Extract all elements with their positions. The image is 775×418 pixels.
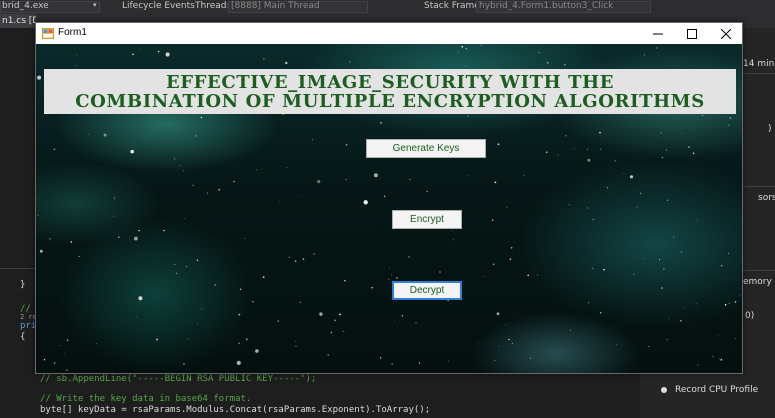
title-bar[interactable]: Form1 — [36, 23, 742, 44]
code-line: pri — [20, 321, 37, 331]
minimize-icon — [653, 33, 663, 34]
panel-divider — [740, 270, 775, 271]
code-line: } — [20, 280, 26, 290]
record-icon — [661, 387, 667, 393]
app-icon — [42, 28, 54, 39]
panel-text: sors) — [758, 193, 775, 203]
heading-line-2: combination of multiple Encryption Algor… — [75, 90, 705, 112]
stack-frame-value: hybrid_4.Form1.button3_Click — [479, 1, 614, 11]
panel-text: ) — [768, 124, 772, 134]
session-duration: 14 minu — [743, 59, 775, 69]
stack-frame-label: Stack Frame: — [424, 1, 483, 11]
encrypt-button[interactable]: Encrypt — [392, 210, 462, 229]
thread-label: Thread: — [195, 1, 230, 11]
heading-line-1: Effective_Image_Security with the — [165, 71, 615, 93]
code-line: { — [20, 332, 26, 342]
record-cpu-profile[interactable]: Record CPU Profile — [675, 385, 758, 395]
heading-banner: Effective_Image_Security with the combin… — [44, 69, 736, 114]
generate-keys-button[interactable]: Generate Keys — [366, 139, 486, 158]
debug-toolbar: brid_4.exe ▾ Lifecycle Events Thread: [8… — [0, 0, 775, 14]
maximize-button[interactable] — [675, 23, 709, 44]
close-button[interactable] — [709, 23, 743, 44]
code-line: // sb.AppendLine("-----BEGIN RSA PUBLIC … — [40, 374, 317, 384]
memory-usage-tab[interactable]: emory U — [743, 277, 775, 287]
form-background: Effective_Image_Security with the combin… — [36, 44, 742, 373]
form1-window: Form1 Effective_Image_Security with the … — [35, 22, 743, 374]
close-icon — [721, 28, 731, 39]
panel-divider — [740, 186, 775, 187]
maximize-icon — [687, 28, 697, 39]
window-title: Form1 — [58, 27, 87, 38]
minimize-button[interactable] — [641, 23, 675, 44]
code-line: byte[] keyData = rsaParams.Modulus.Conca… — [40, 405, 431, 415]
thread-value: [8888] Main Thread — [231, 1, 320, 11]
lifecycle-events-menu[interactable]: Lifecycle Events — [122, 1, 195, 11]
chevron-down-icon[interactable]: ▾ — [93, 1, 97, 9]
decrypt-button[interactable]: Decrypt — [392, 281, 462, 300]
panel-divider — [740, 73, 775, 74]
code-line: // Write the key data in base64 format. — [40, 394, 252, 404]
editor-divider — [0, 268, 36, 269]
process-name: brid_4.exe — [2, 1, 49, 11]
editor-tab[interactable]: n1.cs [De — [0, 14, 36, 28]
panel-text: 0) — [745, 311, 755, 321]
